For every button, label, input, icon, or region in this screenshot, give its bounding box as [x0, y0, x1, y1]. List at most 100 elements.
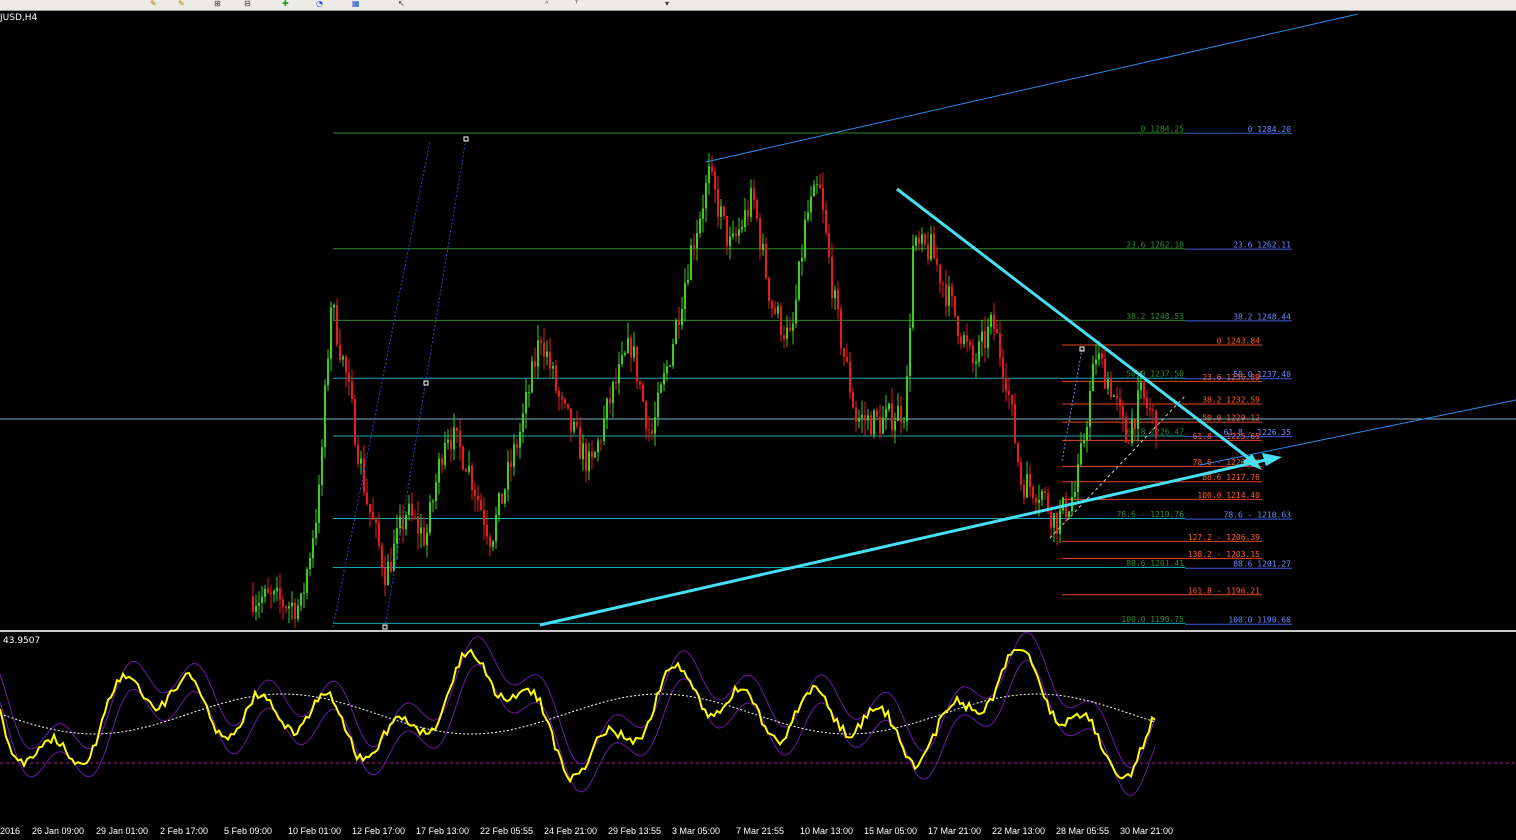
candle-body: [1107, 379, 1109, 389]
grid-icon[interactable]: ▦: [352, 0, 360, 8]
candle-body: [309, 558, 311, 570]
candle-body: [483, 509, 485, 525]
candle-body: [858, 418, 860, 422]
candle-body: [360, 458, 362, 464]
candle-body: [1005, 378, 1007, 391]
candle-body: [327, 358, 329, 386]
candle-body: [627, 337, 629, 353]
candle-body: [1074, 492, 1076, 497]
fib-level-label: 78.6 - 1210.76: [1117, 510, 1185, 519]
candle-body: [615, 381, 617, 384]
candle-body: [387, 561, 389, 586]
candle-body: [822, 188, 824, 210]
candle-body: [798, 261, 800, 300]
candle-body: [735, 233, 737, 236]
pencil-icon[interactable]: ✎: [150, 0, 157, 8]
price-chart-canvas[interactable]: 0 1284.25 23.6 1262.18 38.2 1248.53 50.0 12…: [0, 11, 1516, 630]
candle-body: [426, 532, 428, 546]
time-axis-tick: 3 Mar 05:00: [672, 826, 721, 836]
candle-body: [384, 567, 386, 586]
candle-body: [831, 256, 833, 299]
candle-body: [1155, 410, 1157, 439]
candle-body: [594, 452, 596, 458]
candle-body: [852, 392, 854, 408]
candle-body: [1053, 513, 1055, 528]
candle-body: [417, 516, 419, 534]
candle-body: [942, 283, 944, 285]
candle-body: [342, 356, 344, 360]
candle-body: [987, 326, 989, 349]
candle-body: [459, 430, 461, 447]
candle-body: [687, 280, 689, 283]
candle-body: [849, 361, 851, 393]
candle-body: [636, 346, 638, 382]
candle-body: [630, 337, 632, 358]
candle-body: [492, 541, 494, 547]
candle-body: [912, 245, 914, 328]
candle-body: [378, 522, 380, 546]
candle-body: [1062, 497, 1064, 511]
candle-body: [1056, 513, 1058, 534]
candle-body: [273, 591, 275, 595]
candle-body: [1080, 443, 1082, 465]
candle-body: [672, 343, 674, 366]
cursor-icon[interactable]: ↖: [398, 0, 405, 8]
candle-body: [1146, 398, 1148, 408]
candle-body: [438, 458, 440, 483]
time-axis-tick: 5 Feb 09:00: [224, 826, 273, 836]
candle-body: [996, 328, 998, 334]
candle-body: [651, 430, 653, 434]
candle-body: [1101, 353, 1103, 359]
candle-body: [1119, 398, 1121, 407]
candle-body: [366, 492, 368, 505]
oscillator-canvas[interactable]: [0, 631, 1516, 824]
add-icon[interactable]: ✚: [282, 0, 289, 8]
candle-body: [531, 361, 533, 393]
candle-body: [945, 284, 947, 306]
candle-body: [513, 444, 515, 467]
candle-body: [288, 606, 290, 609]
candle-body: [696, 233, 698, 248]
candle-body: [612, 381, 614, 404]
fib-level-label: 78.6 - 1210.63: [1224, 511, 1292, 520]
candle-body: [1098, 353, 1100, 360]
text-tool-icon[interactable]: ᴬ: [545, 0, 548, 8]
candle-body: [759, 218, 761, 251]
candle-body: [828, 232, 830, 257]
more-tools-icon[interactable]: ▾: [665, 0, 669, 8]
candle-body: [315, 522, 317, 539]
time-axis-tick: 22 Feb 05:55: [480, 826, 534, 836]
time-axis-tick: 15 Mar 05:00: [864, 826, 918, 836]
candle-body: [954, 296, 956, 317]
time-axis-tick: 29 Jan 01:00: [96, 826, 149, 836]
candle-body: [606, 398, 608, 419]
pencil-icon[interactable]: ✎: [178, 0, 185, 8]
candle-body: [918, 237, 920, 244]
candle-body: [270, 592, 272, 595]
candle-body: [390, 561, 392, 572]
label-tool-icon[interactable]: ᵀ: [575, 0, 578, 8]
candle-body: [813, 184, 815, 197]
candle-body: [741, 227, 743, 230]
candle-body: [720, 206, 722, 217]
candle-body: [966, 335, 968, 342]
time-axis-tick: 28 Mar 05:55: [1056, 826, 1110, 836]
candle-body: [255, 606, 257, 613]
candle-body: [525, 392, 527, 414]
candle-body: [786, 327, 788, 339]
candle-body: [330, 307, 332, 359]
clock-icon[interactable]: ◔: [316, 0, 323, 8]
candle-body: [333, 304, 335, 308]
trend-arrow: [1262, 453, 1282, 466]
candle-body: [1137, 390, 1139, 429]
candle-body: [561, 396, 563, 400]
zoom-icon[interactable]: ⊟: [244, 0, 251, 8]
oscillator-panel[interactable]: 43.9507: [0, 631, 1516, 824]
candle-body: [825, 209, 827, 233]
candle-body: [444, 442, 446, 465]
candle-body: [1032, 486, 1034, 499]
oscillator-band: [0, 659, 1156, 797]
price-chart-panel[interactable]: 0 1284.25 23.6 1262.18 38.2 1248.53 50.0 12…: [0, 11, 1516, 630]
zoom-icon[interactable]: ⊞: [214, 0, 221, 8]
candle-body: [1011, 395, 1013, 405]
